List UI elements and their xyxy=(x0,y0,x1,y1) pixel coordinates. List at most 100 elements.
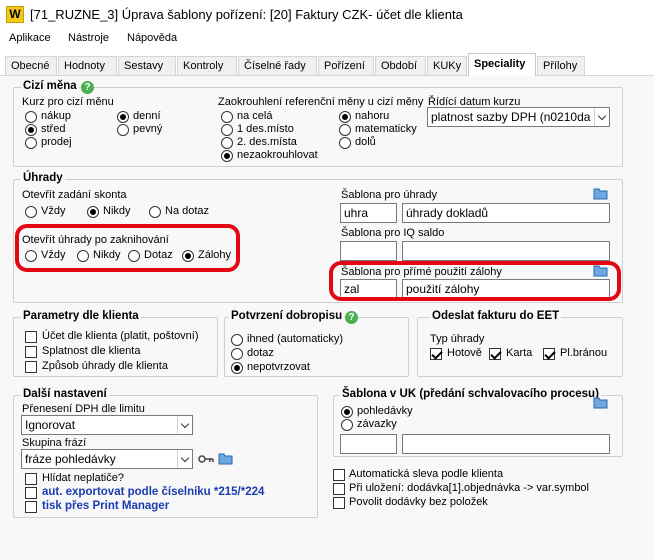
vs-label: Při uložení: dodávka[1].objednávka -> va… xyxy=(349,482,589,494)
tab-sestavy[interactable]: Sestavy xyxy=(118,56,176,75)
dodavky-label: Povolit dodávky bez položek xyxy=(349,496,488,508)
help-icon[interactable]: ? xyxy=(81,81,94,94)
zaokr-nezaokr-radio[interactable] xyxy=(221,150,233,162)
eet-branou-checkbox[interactable] xyxy=(543,348,555,360)
window-title: [71_RUZNE_3] Úprava šablony pořízení: [2… xyxy=(30,7,463,22)
dobropis-ihned-label: ihned (automaticky) xyxy=(247,333,343,345)
menu-aplikace[interactable]: Aplikace xyxy=(9,32,51,44)
sablona-label: Šablona pro úhrady xyxy=(341,189,438,201)
datum-select[interactable]: platnost sazby DPH (n0210da xyxy=(427,107,610,127)
zaokr-1des-label: 1 des.místo xyxy=(237,123,294,135)
kurz-prodej-radio[interactable] xyxy=(25,137,37,149)
cizi-mena-title: Cizí měna xyxy=(21,80,79,92)
kurz-prodej-label: prodej xyxy=(41,136,72,148)
chevron-down-icon[interactable] xyxy=(177,416,192,434)
smer-nahoru-label: nahoru xyxy=(355,110,390,122)
tab-prilohy[interactable]: Přílohy xyxy=(537,56,585,75)
skonto-label: Otevřít zadání skonta xyxy=(22,189,127,201)
splatnost-label: Splatnost dle klienta xyxy=(42,345,141,357)
dobropis-dotaz-label: dotaz xyxy=(247,347,274,359)
tisk-label: tisk přes Print Manager xyxy=(42,500,170,512)
splatnost-checkbox[interactable] xyxy=(25,346,37,358)
highlight-ring xyxy=(15,224,240,272)
kurz-stred-label: střed xyxy=(41,123,66,135)
uk-zavazky-label: závazky xyxy=(357,418,397,430)
dodavky-checkbox[interactable] xyxy=(333,497,345,509)
iq-label: Šablona pro IQ saldo xyxy=(341,227,445,239)
vs-checkbox[interactable] xyxy=(333,483,345,495)
tab-ciselne-rady[interactable]: Číselné řady xyxy=(238,56,317,75)
dobropis-nepotvrzovat-radio[interactable] xyxy=(231,362,243,374)
kurz-stred-radio[interactable] xyxy=(25,124,37,136)
help-icon[interactable]: ? xyxy=(345,311,358,324)
chevron-down-icon[interactable] xyxy=(177,450,192,468)
skonto-vzdy-radio[interactable] xyxy=(25,206,37,218)
tab-kuky[interactable]: KUKy xyxy=(427,56,467,75)
sablona-name-input[interactable]: úhrady dokladů xyxy=(402,203,610,223)
dph-select[interactable]: Ignorovat xyxy=(21,415,193,435)
smer-dolu-radio[interactable] xyxy=(339,137,351,149)
zaokr-1des-radio[interactable] xyxy=(221,124,233,136)
parametry-title: Parametry dle klienta xyxy=(21,310,141,322)
skonto-dotaz-label: Na dotaz xyxy=(165,205,210,217)
uhrady-title: Úhrady xyxy=(21,172,65,184)
dph-value: Ignorovat xyxy=(25,418,76,432)
zaokr-2des-radio[interactable] xyxy=(221,137,233,149)
tab-kontroly[interactable]: Kontroly xyxy=(177,56,237,75)
dph-label: Přenesení DPH dle limitu xyxy=(22,403,145,415)
eet-hotove-checkbox[interactable] xyxy=(430,348,442,360)
kurz-pevny-radio[interactable] xyxy=(117,124,129,136)
ucet-label: Účet dle klienta (platit, poštovní) xyxy=(42,330,199,342)
tab-obdobi[interactable]: Období xyxy=(375,56,426,75)
export-label: aut. exportovat podle číselníku *215/*22… xyxy=(42,486,265,498)
skonto-dotaz-radio[interactable] xyxy=(149,206,161,218)
zpusob-checkbox[interactable] xyxy=(25,361,37,373)
menu-nastroje[interactable]: Nástroje xyxy=(68,32,109,44)
export-checkbox[interactable] xyxy=(25,487,37,499)
uk-zavazky-radio[interactable] xyxy=(341,419,353,431)
tab-obecne[interactable]: Obecné xyxy=(5,56,57,75)
link-icon[interactable] xyxy=(198,454,214,464)
zpusob-label: Způsob úhrady dle klienta xyxy=(42,360,168,372)
zaokr-nacela-radio[interactable] xyxy=(221,111,233,123)
iq-name-input[interactable] xyxy=(402,241,610,261)
eet-hotove-label: Hotově xyxy=(447,347,482,359)
iq-code-input[interactable] xyxy=(340,241,397,261)
dobropis-ihned-radio[interactable] xyxy=(231,334,243,346)
fraze-select[interactable]: fráze pohledávky xyxy=(21,449,193,469)
sablona-code-input[interactable]: uhra xyxy=(340,203,397,223)
tab-speciality[interactable]: Speciality xyxy=(468,53,536,76)
zaokr-label: Zaokrouhlení referenční měny u cizí měny xyxy=(218,96,424,108)
hlidat-label: Hlídat neplatiče? xyxy=(42,472,124,484)
smer-matematicky-radio[interactable] xyxy=(339,124,351,136)
uk-title: Šablona v UK (předání schvalovacího proc… xyxy=(340,388,601,400)
kurz-denni-radio[interactable] xyxy=(117,111,129,123)
tab-porizeni[interactable]: Pořízení xyxy=(318,56,374,75)
uk-code-input[interactable] xyxy=(340,434,397,454)
folder-open-icon[interactable] xyxy=(218,452,234,465)
dobropis-nepotvrzovat-label: nepotvrzovat xyxy=(247,361,310,373)
tisk-checkbox[interactable] xyxy=(25,501,37,513)
tab-hodnoty[interactable]: Hodnoty xyxy=(58,56,117,75)
skonto-nikdy-radio[interactable] xyxy=(87,206,99,218)
hlidat-checkbox[interactable] xyxy=(25,473,37,485)
skonto-nikdy-label: Nikdy xyxy=(103,205,131,217)
smer-matematicky-label: matematicky xyxy=(355,123,417,135)
folder-open-icon[interactable] xyxy=(593,396,609,409)
uk-pohledavky-radio[interactable] xyxy=(341,406,353,418)
kurz-nakup-radio[interactable] xyxy=(25,111,37,123)
eet-karta-checkbox[interactable] xyxy=(489,348,501,360)
skonto-vzdy-label: Vždy xyxy=(41,205,66,217)
dobropis-dotaz-radio[interactable] xyxy=(231,348,243,360)
dalsi-title: Další nastavení xyxy=(21,388,109,400)
folder-open-icon[interactable] xyxy=(593,187,609,200)
zaokr-nezaokr-label: nezaokrouhlovat xyxy=(237,149,318,161)
sleva-checkbox[interactable] xyxy=(333,469,345,481)
menu-napoveda[interactable]: Nápověda xyxy=(127,32,177,44)
uk-name-input[interactable] xyxy=(402,434,610,454)
sleva-label: Automatická sleva podle klienta xyxy=(349,468,504,480)
smer-nahoru-radio[interactable] xyxy=(339,111,351,123)
chevron-down-icon[interactable] xyxy=(594,108,609,126)
eet-typ-label: Typ úhrady xyxy=(430,333,485,345)
ucet-checkbox[interactable] xyxy=(25,331,37,343)
